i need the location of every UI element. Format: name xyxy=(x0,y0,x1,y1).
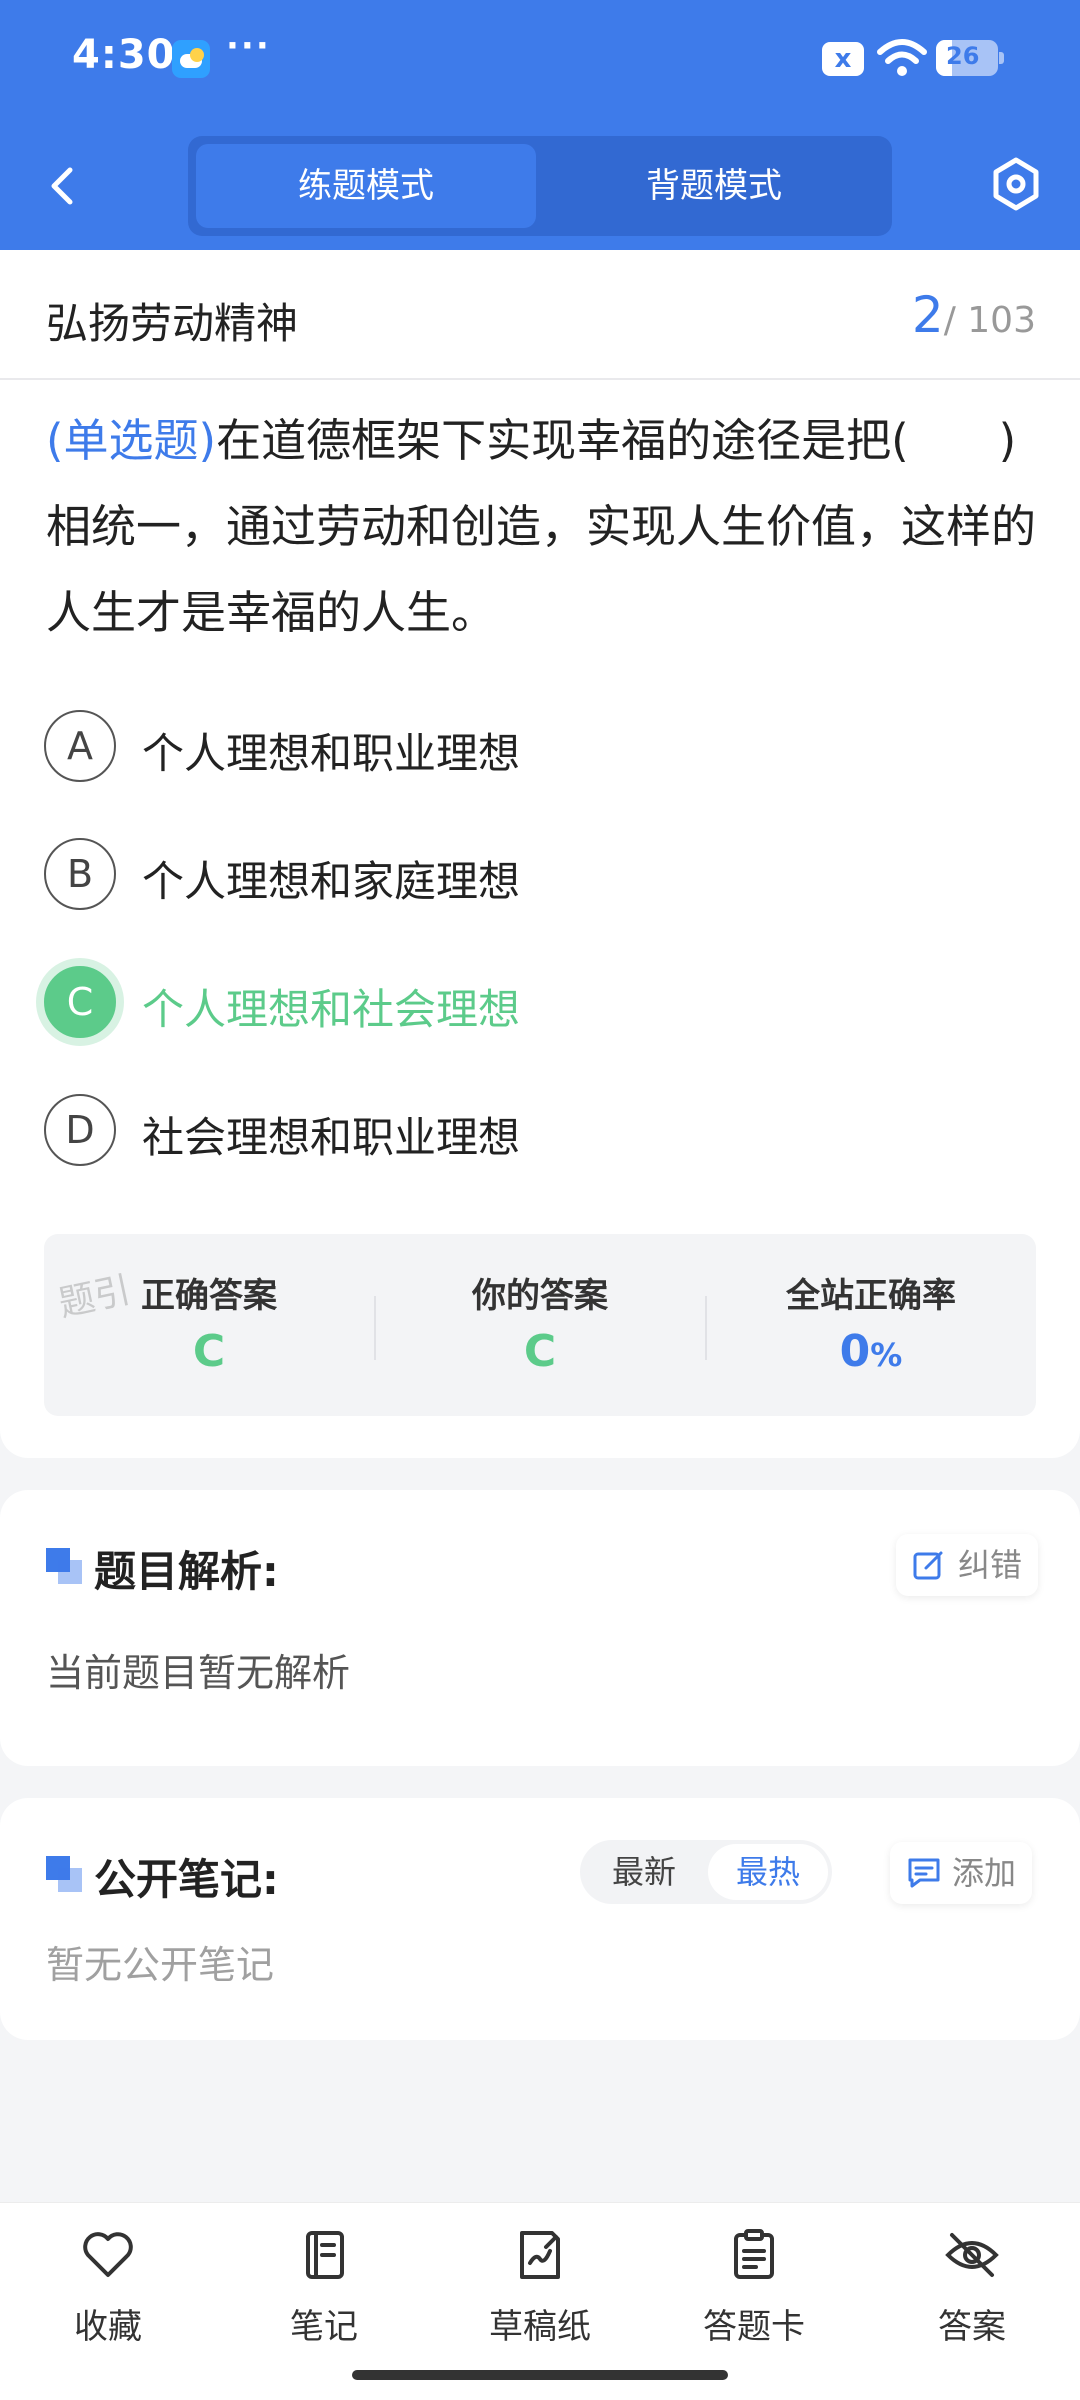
weather-app-icon xyxy=(172,40,210,78)
nav-label: 收藏 xyxy=(74,2307,142,2347)
option-text: 个人理想和职业理想 xyxy=(142,729,521,778)
chapter-title: 弘扬劳动精神 xyxy=(46,299,299,348)
notes-sort-toggle: 最新 最热 xyxy=(580,1840,832,1904)
nav-answer-card[interactable]: 答题卡 xyxy=(674,2227,834,2357)
option-letter: D xyxy=(44,1094,116,1166)
total-questions: / 103 xyxy=(943,300,1036,341)
draft-paper-icon xyxy=(520,2231,560,2279)
question-type-label: (单选题) xyxy=(46,414,217,467)
comment-icon xyxy=(908,1858,940,1888)
battery-level: 26 xyxy=(946,42,980,70)
correct-answer-label: 正确答案 xyxy=(141,1276,277,1316)
option-b[interactable]: B 个人理想和家庭理想 xyxy=(44,834,1044,914)
nav-answer[interactable]: 答案 xyxy=(892,2227,1052,2357)
correct-answer-value: C xyxy=(192,1326,226,1377)
status-bar: 4:30 ··· x 26 xyxy=(0,0,1080,120)
option-text: 个人理想和社会理想 xyxy=(142,985,521,1034)
home-indicator[interactable] xyxy=(352,2370,728,2380)
current-question-number: 2 xyxy=(911,286,944,344)
report-error-button[interactable]: 纠错 xyxy=(896,1534,1039,1596)
option-letter: A xyxy=(44,710,116,782)
analysis-content: 当前题目暂无解析 xyxy=(46,1651,351,1695)
option-c[interactable]: C 个人理想和社会理想 xyxy=(44,962,1044,1042)
tab-practice-mode[interactable]: 练题模式 xyxy=(196,144,536,228)
settings-hexagon-icon[interactable] xyxy=(990,156,1042,212)
nav-notes[interactable]: 笔记 xyxy=(244,2227,404,2357)
more-notifications-icon: ··· xyxy=(226,26,271,66)
tab-memorize-mode[interactable]: 背题模式 xyxy=(544,144,884,228)
your-answer: 你的答案 C xyxy=(375,1234,705,1416)
nav-draft-paper[interactable]: 草稿纸 xyxy=(460,2227,620,2357)
your-answer-value: C xyxy=(523,1326,557,1377)
add-note-button[interactable]: 添加 xyxy=(890,1842,1033,1904)
notebook-icon xyxy=(306,2231,344,2279)
site-accuracy: 全站正确率 0% xyxy=(706,1234,1036,1416)
question-progress: 2/ 103 xyxy=(912,286,1036,344)
notes-title: 公开笔记: xyxy=(94,1855,279,1904)
option-a[interactable]: A 个人理想和职业理想 xyxy=(44,706,1044,786)
option-d[interactable]: D 社会理想和职业理想 xyxy=(44,1090,1044,1170)
edit-icon xyxy=(913,1551,943,1580)
your-answer-label: 你的答案 xyxy=(472,1276,608,1316)
site-accuracy-label: 全站正确率 xyxy=(786,1276,956,1316)
status-time: 4:30 xyxy=(72,32,176,78)
no-sim-icon: x xyxy=(822,42,864,76)
battery-icon: 26 xyxy=(936,40,1004,76)
notes-empty-text: 暂无公开笔记 xyxy=(46,1943,275,1987)
sort-hottest[interactable]: 最热 xyxy=(708,1844,828,1900)
analysis-card: 题目解析: 纠错 当前题目暂无解析 xyxy=(0,1490,1080,1766)
option-text: 个人理想和家庭理想 xyxy=(142,857,521,906)
wifi-icon xyxy=(877,39,927,76)
option-letter: C xyxy=(44,966,116,1038)
nav-favorite[interactable]: 收藏 xyxy=(28,2227,188,2357)
nav-label: 草稿纸 xyxy=(489,2307,591,2347)
nav-label: 答题卡 xyxy=(703,2307,805,2347)
heart-icon xyxy=(83,2232,133,2277)
nav-label: 答案 xyxy=(938,2307,1006,2347)
public-notes-card: 公开笔记: 最新 最热 添加 暂无公开笔记 xyxy=(0,1798,1080,2040)
sort-newest[interactable]: 最新 xyxy=(584,1844,704,1900)
option-letter: B xyxy=(44,838,116,910)
question-card: 弘扬劳动精神 2/ 103 (单选题)在道德框架下实现幸福的途径是把( )相统一… xyxy=(0,250,1080,1458)
answer-summary: 题引 正确答案 C 你的答案 C 全站正确率 0% xyxy=(44,1234,1036,1416)
eye-off-icon xyxy=(945,2233,999,2277)
analysis-title: 题目解析: xyxy=(94,1547,279,1596)
site-accuracy-value: 0% xyxy=(839,1326,903,1377)
mode-switch: 练题模式 背题模式 xyxy=(188,136,892,236)
option-text: 社会理想和职业理想 xyxy=(142,1113,521,1162)
question-stem: (单选题)在道德框架下实现幸福的途径是把( )相统一，通过劳动和创造，实现人生价… xyxy=(46,398,1036,656)
top-header: 4:30 ··· x 26 练题模式 背题模式 xyxy=(0,0,1080,250)
divider xyxy=(0,378,1080,380)
back-chevron-icon[interactable] xyxy=(36,158,92,214)
correct-answer: 正确答案 C xyxy=(44,1234,374,1416)
clipboard-icon xyxy=(734,2229,774,2279)
nav-label: 笔记 xyxy=(290,2307,358,2347)
